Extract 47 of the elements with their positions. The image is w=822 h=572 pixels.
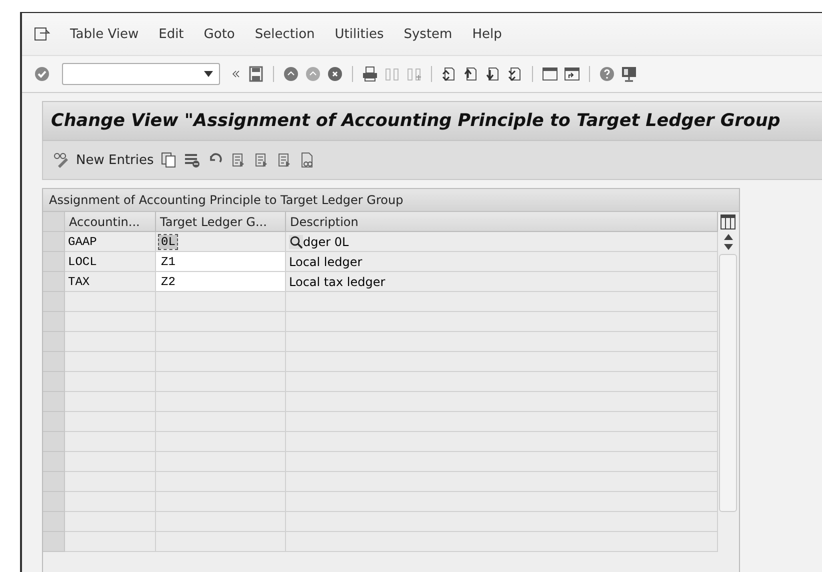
column-header[interactable]: Description xyxy=(286,212,718,232)
input-field[interactable]: Z1 xyxy=(156,252,286,272)
print-icon[interactable] xyxy=(362,66,378,82)
cancel-icon[interactable] xyxy=(327,66,343,82)
column-settings-icon[interactable] xyxy=(720,214,736,230)
menu-icon[interactable] xyxy=(34,26,50,42)
table-cell: GAAP xyxy=(65,232,156,252)
table-cell: Local ledger xyxy=(286,252,718,272)
menu-item[interactable]: Help xyxy=(472,26,502,42)
window-icon[interactable] xyxy=(542,66,558,82)
table-cell: TAX xyxy=(65,272,156,292)
scrollbar-track[interactable] xyxy=(719,254,737,512)
menu-item[interactable]: Utilities xyxy=(334,26,384,42)
glasses-pencil-icon[interactable] xyxy=(53,152,69,168)
table-caption: Assignment of Accounting Principle to Target Ledger Group xyxy=(43,189,739,212)
copy-icon[interactable] xyxy=(160,152,177,168)
table-cell: dger 0L xyxy=(286,232,718,252)
first-page-icon[interactable] xyxy=(441,66,457,82)
menu-item[interactable]: Goto xyxy=(204,26,235,42)
previous-page-icon[interactable] xyxy=(463,66,479,82)
glasses-document-icon[interactable] xyxy=(298,152,315,168)
input-field[interactable]: Z2 xyxy=(156,272,286,292)
check-icon[interactable] xyxy=(34,66,50,82)
column-header[interactable]: Accountin... xyxy=(65,212,156,232)
command-field[interactable] xyxy=(62,63,220,85)
new-entries-button[interactable]: New Entries xyxy=(76,152,154,168)
menu-item[interactable]: Edit xyxy=(158,26,184,42)
search-icon[interactable] xyxy=(289,234,303,248)
monitor-icon[interactable] xyxy=(621,66,637,82)
last-page-icon[interactable] xyxy=(507,66,523,82)
table-cell: LOCL xyxy=(65,252,156,272)
dropdown-icon[interactable] xyxy=(204,71,213,77)
scroll-down-icon[interactable] xyxy=(724,244,732,250)
column-header[interactable]: Target Ledger G... xyxy=(156,212,286,232)
help-icon[interactable] xyxy=(599,66,615,82)
delete-row-icon[interactable] xyxy=(184,152,200,168)
screen-title: Change View "Assignment of Accounting Principle to Target Ledger Group xyxy=(51,111,780,131)
menu-item[interactable]: Selection xyxy=(254,26,315,42)
next-page-icon[interactable] xyxy=(485,66,501,82)
shortcut-icon[interactable] xyxy=(564,66,580,82)
scroll-up-icon[interactable] xyxy=(724,234,732,240)
menu-item[interactable]: Table View xyxy=(70,26,139,42)
save-icon[interactable] xyxy=(248,66,264,82)
input-field[interactable]: 0L xyxy=(156,232,286,252)
table-cell: Local tax ledger xyxy=(286,272,718,292)
menu-item[interactable]: System xyxy=(404,26,452,42)
binoculars-plus-icon[interactable] xyxy=(406,66,422,82)
